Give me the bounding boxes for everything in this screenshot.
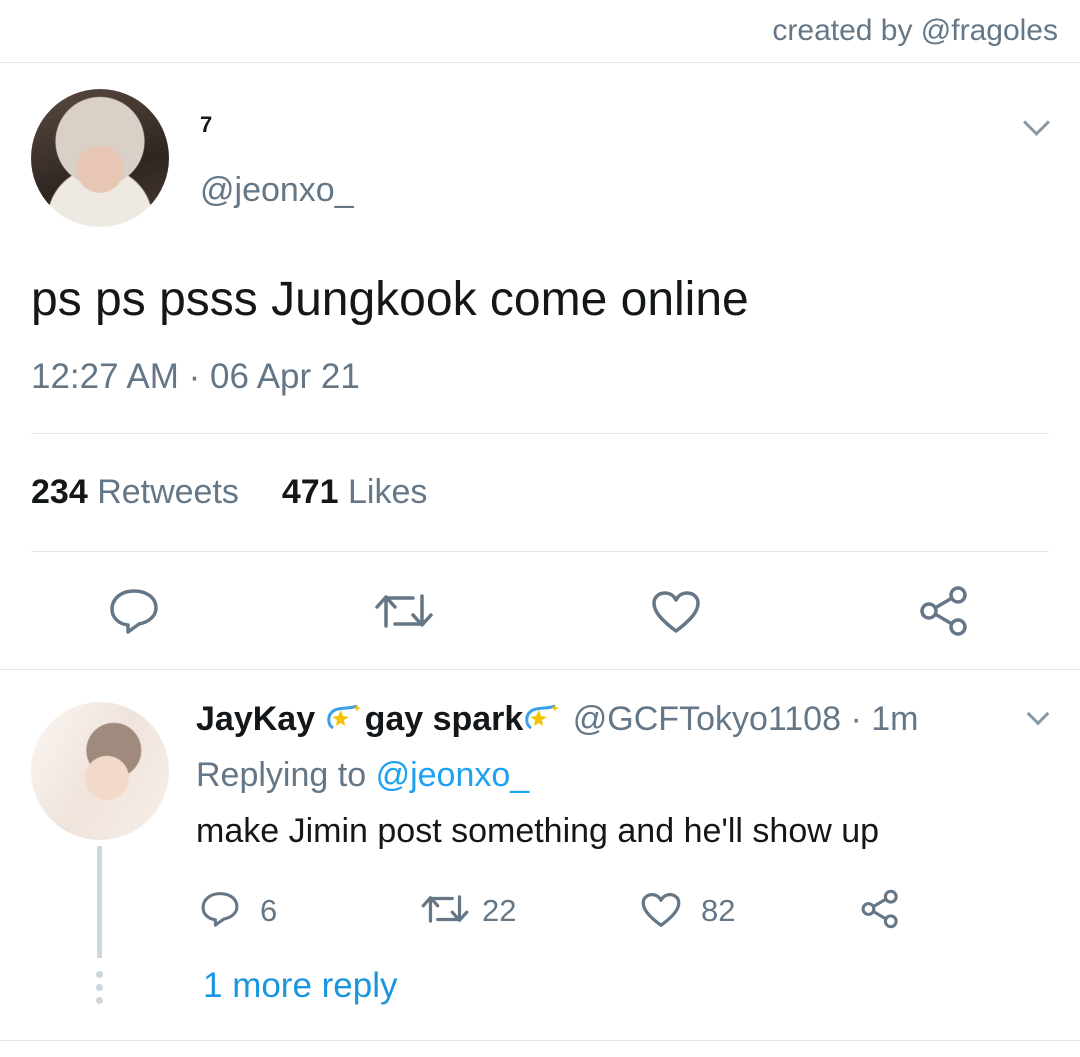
user-handle[interactable]: @jeonxo_ xyxy=(200,171,354,210)
reply-icon[interactable] xyxy=(200,890,240,928)
reply-display-name[interactable]: JayKay gay spark xyxy=(196,700,563,738)
retweet-icon[interactable] xyxy=(420,892,470,926)
thread-line xyxy=(97,846,102,958)
reply-handle-time[interactable]: @GCFTokyo1108 · 1m xyxy=(573,700,919,738)
replying-to: Replying to @jeonxo_ xyxy=(196,756,529,795)
divider xyxy=(0,1040,1080,1041)
reply-icon[interactable] xyxy=(108,587,160,635)
retweets-stat[interactable]: 234 Retweets xyxy=(31,473,239,511)
avatar[interactable] xyxy=(31,89,169,227)
reply-header: JayKay gay spark @GCFTokyo1108 · 1m xyxy=(196,700,918,739)
thread-dot xyxy=(96,997,103,1004)
likes-stat[interactable]: 471 Likes xyxy=(282,473,428,511)
tweet-stats: 234 Retweets 471 Likes xyxy=(31,473,427,512)
thread-dot xyxy=(96,971,103,978)
likes-label: Likes xyxy=(348,473,428,511)
divider xyxy=(0,62,1080,63)
more-replies-link[interactable]: 1 more reply xyxy=(203,966,398,1006)
likes-count: 471 xyxy=(281,473,339,511)
reply-name-part1: JayKay xyxy=(196,700,316,738)
share-icon[interactable] xyxy=(860,889,900,929)
heart-icon[interactable] xyxy=(640,891,682,929)
credit-label: created by @fragoles xyxy=(772,14,1058,47)
retweet-icon[interactable] xyxy=(373,590,435,632)
tweet-text: ps ps psss Jungkook come online xyxy=(31,273,749,326)
retweet-count: 22 xyxy=(482,893,517,928)
replying-prefix: Replying to xyxy=(196,756,367,794)
thread-dot xyxy=(96,984,103,991)
reply-count: 6 xyxy=(260,893,278,928)
divider xyxy=(0,669,1080,670)
replying-to-link[interactable]: @jeonxo_ xyxy=(376,756,530,794)
heart-icon[interactable] xyxy=(650,589,702,635)
divider xyxy=(31,551,1049,552)
divider xyxy=(31,433,1049,434)
sparkle-emoji xyxy=(326,704,361,730)
reply-avatar[interactable] xyxy=(31,702,169,840)
tweet-timestamp: 12:27 AM · 06 Apr 21 xyxy=(31,357,360,396)
like-count: 82 xyxy=(701,893,736,928)
display-name[interactable]: 7 xyxy=(200,112,212,138)
chevron-down-icon[interactable] xyxy=(1023,109,1050,136)
sparkle-emoji xyxy=(525,704,560,730)
retweets-count: 234 xyxy=(31,473,88,511)
retweets-label: Retweets xyxy=(97,473,239,511)
share-icon[interactable] xyxy=(918,585,970,637)
reply-name-part2: gay spark xyxy=(364,700,524,738)
reply-text: make Jimin post something and he'll show… xyxy=(196,812,880,850)
chevron-down-icon[interactable] xyxy=(1026,702,1050,726)
